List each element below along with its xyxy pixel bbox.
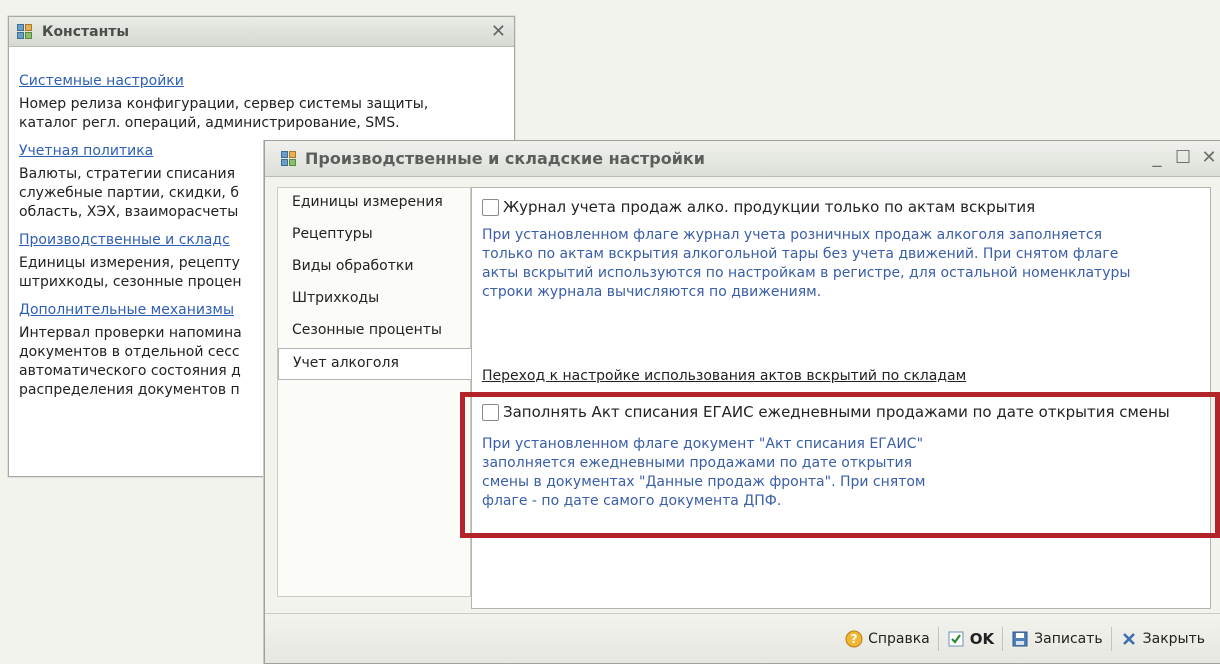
save-disk-icon <box>1012 631 1028 646</box>
journal-by-acts-checkbox[interactable] <box>482 198 499 216</box>
window-controls: _ ☐ ✕ <box>1149 147 1217 168</box>
tab-list: Единицы измерения Рецептуры Виды обработ… <box>277 187 471 597</box>
close-icon[interactable]: ✕ <box>491 21 506 42</box>
tab-units[interactable]: Единицы измерения <box>278 188 470 220</box>
close-icon[interactable]: ✕ <box>1201 147 1217 168</box>
help-icon: ? <box>845 630 863 647</box>
production-settings-window: Производственные и складские настройки _… <box>264 140 1220 664</box>
ok-button-label: OK <box>969 629 995 648</box>
ok-check-icon <box>948 631 964 646</box>
tab-recipes[interactable]: Рецептуры <box>278 220 470 252</box>
tab-alcohol-accounting[interactable]: Учет алкоголя <box>278 348 471 380</box>
tab-seasonal-percents[interactable]: Сезонные проценты <box>278 316 470 348</box>
help-button-label: Справка <box>868 630 930 647</box>
constants-window-title: Константы <box>42 23 130 40</box>
journal-by-acts-option[interactable]: Журнал учета продаж алко. продукции толь… <box>482 198 1035 216</box>
constants-titlebar[interactable]: Константы ✕ <box>9 17 514 47</box>
close-x-icon <box>1122 632 1135 645</box>
opening-acts-settings-link[interactable]: Переход к настройке использования актов … <box>482 368 966 384</box>
minimize-icon[interactable]: _ <box>1149 147 1165 168</box>
ok-button[interactable]: OK <box>939 625 1002 653</box>
svg-text:?: ? <box>851 632 858 646</box>
desc-system-settings: Номер релиза конфигурации, сервер систем… <box>19 96 429 131</box>
journal-by-acts-help: При установленном флаге журнал учета роз… <box>482 227 1131 300</box>
journal-by-acts-label: Журнал учета продаж алко. продукции толь… <box>503 198 1036 216</box>
link-system-settings[interactable]: Системные настройки <box>19 73 504 89</box>
fill-egais-act-label: Заполнять Акт списания ЕГАИС ежедневными… <box>503 403 1170 421</box>
tab-processing-types[interactable]: Виды обработки <box>278 252 470 284</box>
fill-egais-act-checkbox[interactable] <box>482 403 499 421</box>
help-button[interactable]: ? Справка <box>837 625 938 653</box>
production-settings-titlebar[interactable]: Производственные и складские настройки _… <box>265 141 1220 177</box>
production-settings-title: Производственные и складские настройки <box>305 149 705 168</box>
fill-egais-act-help: При установленном флаге документ "Акт сп… <box>482 436 926 509</box>
save-button-label: Записать <box>1034 630 1103 647</box>
save-button[interactable]: Записать <box>1003 625 1111 653</box>
dialog-footer: ? Справка OK Записать Закрыть <box>265 613 1220 663</box>
app-icon <box>17 23 33 40</box>
close-button-label: Закрыть <box>1142 630 1205 647</box>
alcohol-settings-pane: Журнал учета продаж алко. продукции толь… <box>471 187 1211 609</box>
fill-egais-act-option[interactable]: Заполнять Акт списания ЕГАИС ежедневными… <box>482 403 1170 421</box>
maximize-icon[interactable]: ☐ <box>1175 147 1191 168</box>
tab-barcodes[interactable]: Штрихкоды <box>278 284 470 316</box>
app-icon <box>281 150 297 167</box>
close-button[interactable]: Закрыть <box>1112 625 1213 653</box>
